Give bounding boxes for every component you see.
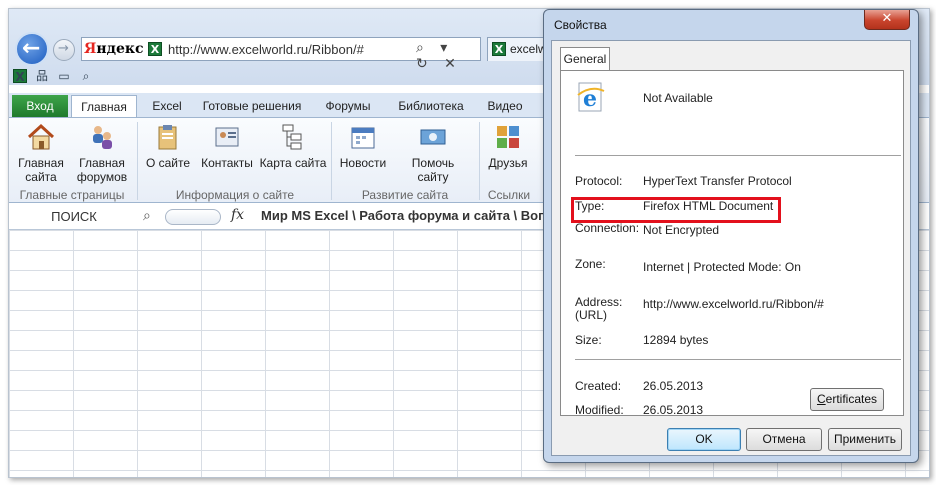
size-value: 12894 bytes xyxy=(643,333,709,347)
calendar-icon xyxy=(348,122,378,152)
protocol-value: HyperText Transfer Protocol xyxy=(643,174,792,188)
house-icon xyxy=(26,122,56,152)
modified-label: Modified: xyxy=(575,403,624,417)
name-value: Not Available xyxy=(643,91,713,105)
tab-library[interactable]: Библиотека xyxy=(389,95,473,117)
properties-dialog: Свойства ✕ General e Not Available Proto… xyxy=(543,9,919,463)
excel-favicon-icon: X xyxy=(492,42,506,56)
group-label: Информация о сайте xyxy=(175,188,295,202)
rss-icon[interactable]: ▭ xyxy=(57,69,71,83)
yandex-logo[interactable]: Яндекс xyxy=(84,40,143,58)
tab-login[interactable]: Вход xyxy=(12,95,68,117)
group-label: Ссылки xyxy=(487,188,531,202)
help-site-button[interactable]: Помочь сайту xyxy=(395,122,471,184)
tab-home[interactable]: Главная xyxy=(71,95,137,117)
protocol-label: Protocol: xyxy=(575,174,623,188)
users-icon xyxy=(87,122,117,152)
size-label: Size: xyxy=(575,333,602,347)
forward-button[interactable]: → xyxy=(53,39,75,61)
money-icon xyxy=(418,122,448,152)
connection-value: Not Encrypted xyxy=(643,223,720,237)
type-highlight-box xyxy=(571,197,781,223)
cancel-button[interactable]: Отмена xyxy=(746,428,822,451)
contacts-button[interactable]: Контакты xyxy=(199,122,255,170)
dialog-title: Свойства xyxy=(554,18,607,32)
arrow-right-icon: → xyxy=(58,41,69,56)
ok-button[interactable]: OK xyxy=(667,428,741,451)
dialog-client: General e Not Available Protocol: HyperT… xyxy=(551,40,911,456)
group-separator xyxy=(479,122,480,200)
excel-favicon-icon: X xyxy=(148,42,162,56)
address-bar[interactable]: Яндекс X http://www.excelworld.ru/Ribbon… xyxy=(81,37,481,72)
search-slider[interactable] xyxy=(165,209,221,225)
modified-value: 26.05.2013 xyxy=(643,403,704,417)
apply-button[interactable]: Применить xyxy=(828,428,902,451)
tab-video[interactable]: Видео xyxy=(479,95,531,117)
contact-book-icon xyxy=(212,122,242,152)
about-button[interactable]: О сайте xyxy=(143,122,193,170)
connection-label: Connection: xyxy=(575,221,640,235)
formula-text: Мир MS Excel \ Работа форума и сайта \ В… xyxy=(261,208,554,223)
separator xyxy=(575,155,901,159)
home-site-button[interactable]: Главная сайта xyxy=(13,122,69,184)
address-url-label: (URL) xyxy=(575,308,607,322)
created-label: Created: xyxy=(575,379,622,393)
zone-label: Zone: xyxy=(575,257,606,271)
address-label: Address: xyxy=(575,295,623,309)
sitemap-tree-icon xyxy=(278,122,308,152)
tab-excel[interactable]: Excel xyxy=(143,95,191,117)
created-value: 26.05.2013 xyxy=(643,379,704,393)
sitemap-icon[interactable]: 品 xyxy=(35,69,49,83)
news-button[interactable]: Новости xyxy=(337,122,389,170)
certificates-button[interactable]: Certificates xyxy=(810,388,884,411)
tab-ready-solutions[interactable]: Готовые решения xyxy=(199,95,305,117)
arrow-left-icon: ← xyxy=(22,36,41,61)
search-name-box[interactable]: ПОИСК xyxy=(9,205,139,228)
general-tab-panel: e Not Available Protocol: HyperText Tran… xyxy=(560,70,904,417)
excel-icon[interactable]: X xyxy=(13,69,27,84)
fx-icon: fx xyxy=(231,207,245,223)
tab-general[interactable]: General xyxy=(560,47,610,71)
separator xyxy=(575,359,901,363)
friends-button[interactable]: Друзья xyxy=(485,122,531,170)
internet-explorer-icon: e xyxy=(575,81,607,113)
group-label: Развитие сайта xyxy=(361,188,449,202)
address-value: http://www.excelworld.ru/Ribbon/# xyxy=(643,297,824,311)
search-icon[interactable]: ⌕ xyxy=(79,69,93,83)
home-forum-button[interactable]: Главная форумов xyxy=(73,122,131,184)
tab-title: excelw xyxy=(510,42,547,56)
friends-icon xyxy=(493,122,523,152)
group-label: Главные страницы xyxy=(19,188,125,202)
close-button[interactable]: ✕ xyxy=(864,10,910,30)
group-separator xyxy=(331,122,332,200)
url-text[interactable]: http://www.excelworld.ru/Ribbon/# xyxy=(168,42,364,57)
group-separator xyxy=(137,122,138,200)
tab-forums[interactable]: Форумы xyxy=(315,95,381,117)
clipboard-icon xyxy=(153,122,183,152)
back-button[interactable]: ← xyxy=(15,32,49,66)
zone-value: Internet | Protected Mode: On xyxy=(643,260,801,274)
sitemap-button[interactable]: Карта сайта xyxy=(259,122,327,170)
search-icon[interactable]: ⌕ xyxy=(143,208,151,224)
